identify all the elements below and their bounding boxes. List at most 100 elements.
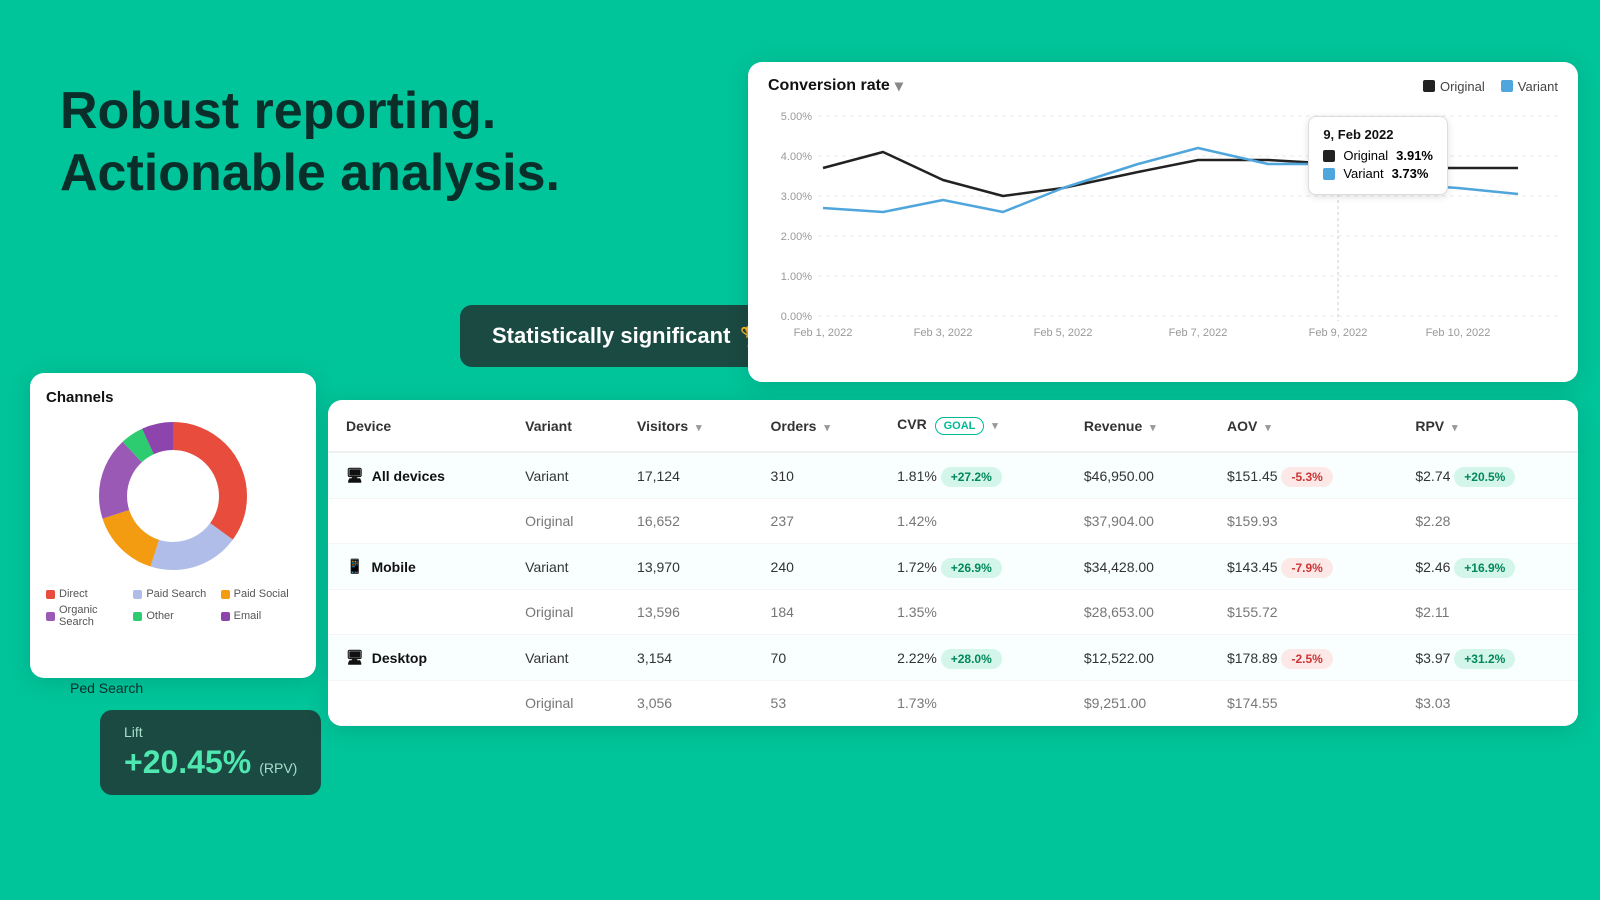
cell-orders: 310 — [753, 452, 880, 499]
cell-variant: Variant — [507, 635, 619, 681]
cell-device — [328, 590, 507, 635]
cell-variant: Original — [507, 681, 619, 726]
table-row: Original13,5961841.35%$28,653.00$155.72$… — [328, 590, 1578, 635]
col-rpv[interactable]: RPV ▾ — [1397, 400, 1578, 452]
channels-panel: Channels Direct — [30, 373, 316, 678]
cell-visitors: 3,154 — [619, 635, 752, 681]
channels-title: Channels — [46, 389, 300, 406]
cell-visitors: 16,652 — [619, 499, 752, 544]
tooltip-date: 9, Feb 2022 — [1323, 127, 1433, 142]
cell-variant: Variant — [507, 452, 619, 499]
cell-revenue: $46,950.00 — [1066, 452, 1209, 499]
legend-variant: Variant — [1501, 79, 1558, 94]
channels-legend: Direct Paid Search Paid Social Organic S… — [46, 588, 300, 628]
legend-item-direct: Direct — [46, 588, 125, 600]
legend-item-organic-search: Organic Search — [46, 604, 125, 628]
svg-text:3.00%: 3.00% — [781, 191, 812, 203]
col-variant: Variant — [507, 400, 619, 452]
cell-device: 📱 Mobile — [328, 544, 507, 590]
cell-variant: Original — [507, 590, 619, 635]
col-device: Device — [328, 400, 507, 452]
cell-visitors: 3,056 — [619, 681, 752, 726]
col-orders[interactable]: Orders ▾ — [753, 400, 880, 452]
lift-value: +20.45% — [124, 744, 251, 781]
svg-text:1.00%: 1.00% — [781, 271, 812, 283]
cell-orders: 237 — [753, 499, 880, 544]
svg-text:Feb 5, 2022: Feb 5, 2022 — [1034, 327, 1093, 339]
cell-rpv: $2.46 +16.9% — [1397, 544, 1578, 590]
cell-cvr: 2.22% +28.0% — [879, 635, 1066, 681]
cell-variant: Variant — [507, 544, 619, 590]
cell-aov: $143.45 -7.9% — [1209, 544, 1397, 590]
cell-orders: 240 — [753, 544, 880, 590]
svg-text:Feb 1, 2022: Feb 1, 2022 — [794, 327, 853, 339]
cell-device: 🖥 Desktop — [328, 635, 507, 681]
tooltip-original-row: Original 3.91% — [1323, 148, 1433, 163]
cell-cvr: 1.81% +27.2% — [879, 452, 1066, 499]
chart-legend: Original Variant — [1423, 79, 1558, 94]
svg-text:Feb 3, 2022: Feb 3, 2022 — [914, 327, 973, 339]
svg-text:Feb 9, 2022: Feb 9, 2022 — [1309, 327, 1368, 339]
col-cvr[interactable]: CVR GOAL ▾ — [879, 400, 1066, 452]
table-row: 🖥 All devicesVariant17,1243101.81% +27.2… — [328, 452, 1578, 499]
legend-item-paid-search: Paid Search — [133, 588, 212, 600]
cell-revenue: $12,522.00 — [1066, 635, 1209, 681]
lift-badge: Lift +20.45% (RPV) — [100, 710, 321, 795]
cell-aov: $155.72 — [1209, 590, 1397, 635]
legend-item-email: Email — [221, 604, 300, 628]
cell-variant: Original — [507, 499, 619, 544]
svg-text:Feb 10, 2022: Feb 10, 2022 — [1426, 327, 1491, 339]
table-row: Original3,056531.73%$9,251.00$174.55$3.0… — [328, 681, 1578, 726]
col-aov[interactable]: AOV ▾ — [1209, 400, 1397, 452]
donut-chart — [93, 416, 253, 576]
stat-sig-badge: Statistically significant 🏆 — [460, 305, 797, 367]
hero-section: Robust reporting. Actionable analysis. — [60, 80, 560, 205]
cell-orders: 70 — [753, 635, 880, 681]
cell-rpv: $2.28 — [1397, 499, 1578, 544]
cell-aov: $174.55 — [1209, 681, 1397, 726]
cell-visitors: 17,124 — [619, 452, 752, 499]
col-revenue[interactable]: Revenue ▾ — [1066, 400, 1209, 452]
table-row: 🖥 DesktopVariant3,154702.22% +28.0%$12,5… — [328, 635, 1578, 681]
lift-label: Lift — [124, 724, 297, 740]
chart-tooltip: 9, Feb 2022 Original 3.91% Variant 3.73% — [1308, 116, 1448, 195]
svg-text:5.00%: 5.00% — [781, 111, 812, 123]
cell-cvr: 1.42% — [879, 499, 1066, 544]
cell-revenue: $34,428.00 — [1066, 544, 1209, 590]
svg-text:2.00%: 2.00% — [781, 231, 812, 243]
cell-orders: 53 — [753, 681, 880, 726]
svg-text:0.00%: 0.00% — [781, 311, 812, 323]
ped-search-label: Ped Search — [70, 680, 143, 696]
cell-visitors: 13,596 — [619, 590, 752, 635]
cell-visitors: 13,970 — [619, 544, 752, 590]
donut-container — [46, 416, 300, 576]
chart-area: 9, Feb 2022 Original 3.91% Variant 3.73%… — [748, 106, 1578, 356]
data-table: Device Variant Visitors ▾ Orders ▾ CVR G… — [328, 400, 1578, 726]
cell-aov: $178.89 -2.5% — [1209, 635, 1397, 681]
cell-rpv: $2.11 — [1397, 590, 1578, 635]
chart-dropdown-icon[interactable]: ▾ — [895, 76, 903, 96]
svg-text:Feb 7, 2022: Feb 7, 2022 — [1169, 327, 1228, 339]
cell-aov: $159.93 — [1209, 499, 1397, 544]
col-visitors[interactable]: Visitors ▾ — [619, 400, 752, 452]
cell-revenue: $9,251.00 — [1066, 681, 1209, 726]
tooltip-variant-row: Variant 3.73% — [1323, 166, 1433, 181]
lift-sub: (RPV) — [259, 760, 297, 776]
table-row: Original16,6522371.42%$37,904.00$159.93$… — [328, 499, 1578, 544]
hero-title: Robust reporting. Actionable analysis. — [60, 80, 560, 205]
cell-revenue: $37,904.00 — [1066, 499, 1209, 544]
cell-orders: 184 — [753, 590, 880, 635]
cell-cvr: 1.72% +26.9% — [879, 544, 1066, 590]
legend-original: Original — [1423, 79, 1485, 94]
table-panel: Device Variant Visitors ▾ Orders ▾ CVR G… — [328, 400, 1578, 726]
cell-device: 🖥 All devices — [328, 452, 507, 499]
cell-rpv: $3.97 +31.2% — [1397, 635, 1578, 681]
cell-device — [328, 499, 507, 544]
chart-title: Conversion rate ▾ — [768, 76, 903, 96]
cell-cvr: 1.35% — [879, 590, 1066, 635]
cell-aov: $151.45 -5.3% — [1209, 452, 1397, 499]
cell-cvr: 1.73% — [879, 681, 1066, 726]
cell-rpv: $2.74 +20.5% — [1397, 452, 1578, 499]
legend-item-paid-social: Paid Social — [221, 588, 300, 600]
legend-item-other: Other — [133, 604, 212, 628]
